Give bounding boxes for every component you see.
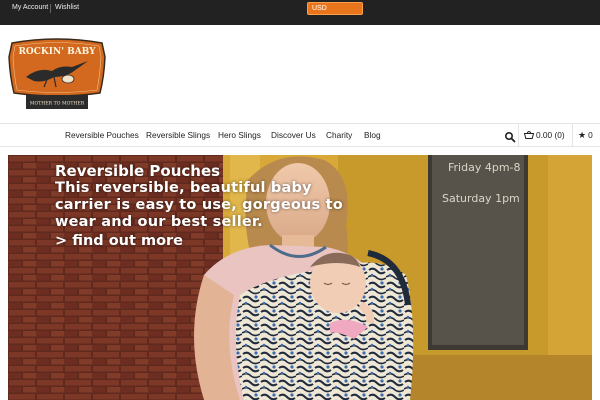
star-icon: ★ bbox=[578, 130, 587, 140]
rockin-baby-logo[interactable]: ROCKIN' BABY MOTHER TO MOTHER bbox=[8, 37, 106, 113]
currency-selector[interactable]: USD bbox=[307, 2, 363, 15]
nav-reversible-slings[interactable]: Reversible Slings bbox=[146, 130, 210, 140]
nav-blog[interactable]: Blog bbox=[364, 130, 381, 140]
cart-count: (0) bbox=[554, 130, 565, 140]
wishlist-count: 0 bbox=[588, 130, 593, 140]
basket-icon bbox=[524, 131, 534, 139]
cart-button[interactable]: 0.00 (0) bbox=[524, 130, 565, 140]
hero-description: This reversible, beautiful baby carrier … bbox=[55, 180, 343, 230]
window-sign-line-1: Friday 4pm-8 bbox=[448, 161, 521, 174]
find-out-more-link[interactable]: > find out more bbox=[55, 232, 355, 250]
search-icon[interactable] bbox=[504, 130, 516, 143]
wishlist-link[interactable]: Wishlist bbox=[49, 4, 79, 13]
hero-title: Reversible Pouches bbox=[55, 162, 221, 180]
nav-reversible-pouches[interactable]: Reversible Pouches bbox=[65, 130, 139, 140]
nav-divider bbox=[518, 124, 519, 147]
nav-divider bbox=[572, 124, 573, 147]
top-bar: My Account Wishlist USD bbox=[0, 0, 600, 25]
cart-total: 0.00 bbox=[536, 130, 553, 140]
logo-subtitle-text: MOTHER TO MOTHER bbox=[30, 101, 85, 107]
logo-title-text: ROCKIN' BABY bbox=[18, 47, 96, 57]
nav-hero-slings[interactable]: Hero Slings bbox=[218, 130, 261, 140]
wishlist-button[interactable]: ★ 0 bbox=[578, 130, 593, 141]
nav-discover-us[interactable]: Discover Us bbox=[271, 130, 316, 140]
hero-banner[interactable]: Friday 4pm-8 Saturday 1pm Reversible Pou… bbox=[8, 155, 592, 400]
my-account-link[interactable]: My Account bbox=[12, 4, 48, 11]
main-navigation: Reversible Pouches Reversible Slings Her… bbox=[0, 123, 600, 147]
logo-image: ROCKIN' BABY MOTHER TO MOTHER bbox=[8, 38, 106, 109]
window-sign-line-2: Saturday 1pm bbox=[442, 192, 520, 205]
nav-charity[interactable]: Charity bbox=[326, 130, 352, 140]
hero-caption: Reversible Pouches This reversible, beau… bbox=[55, 162, 355, 250]
site-header: ROCKIN' BABY MOTHER TO MOTHER bbox=[0, 25, 600, 123]
